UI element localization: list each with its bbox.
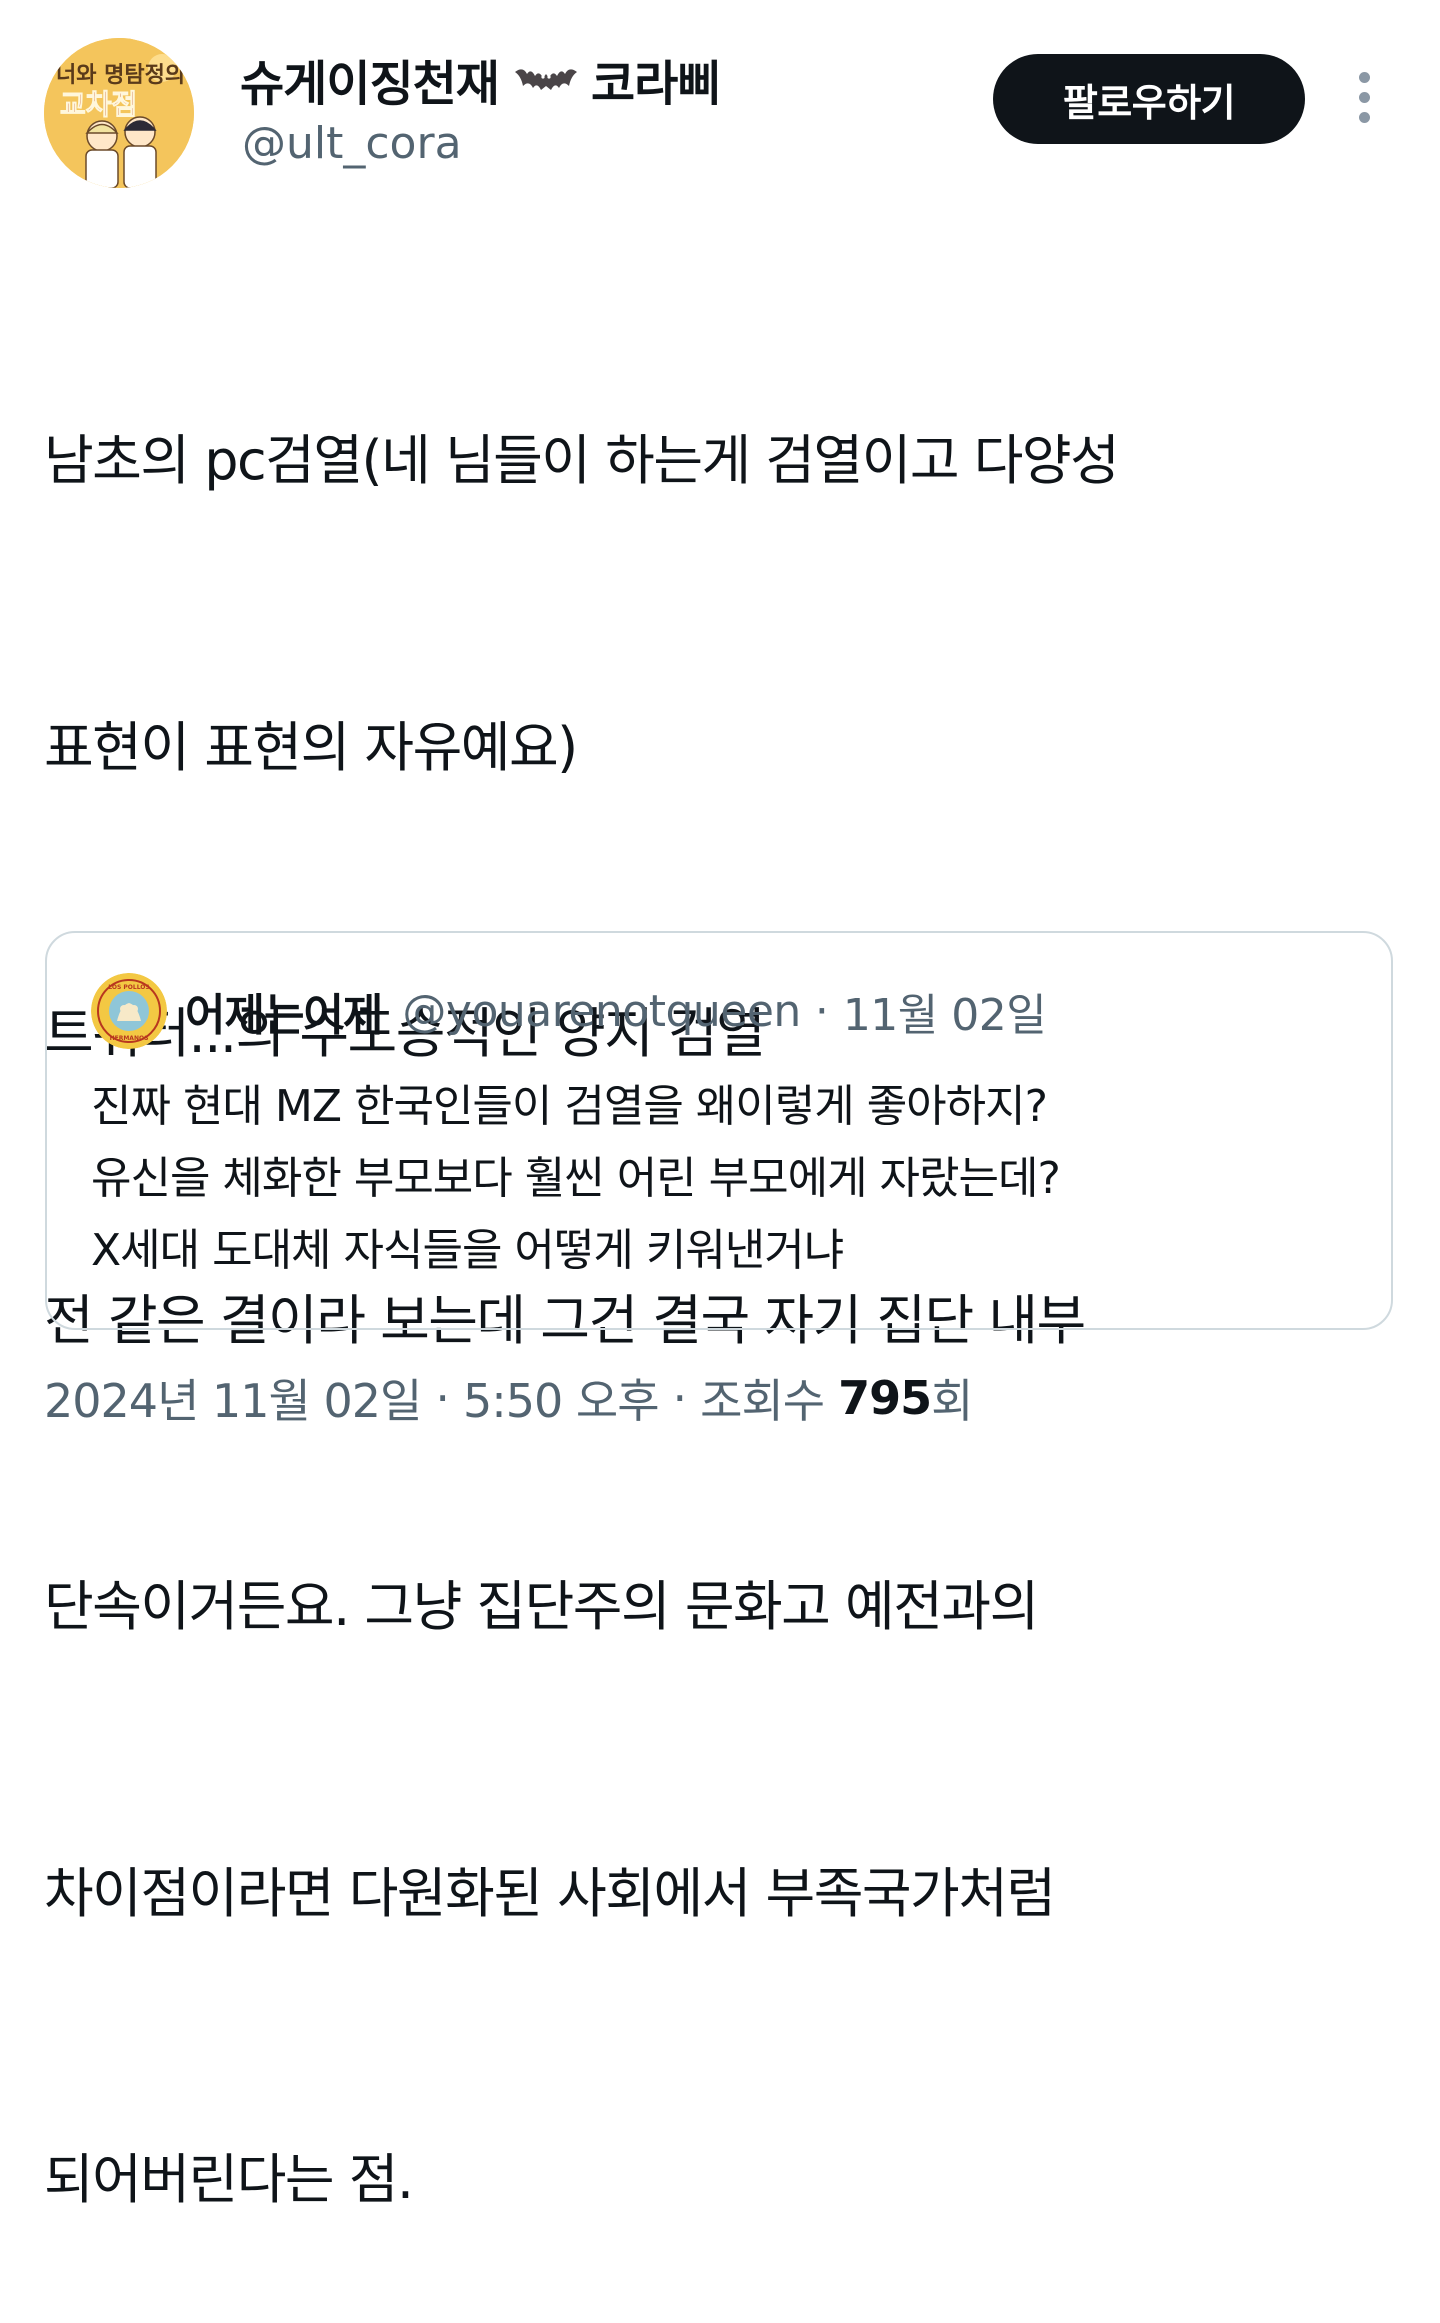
views-suffix: 회 — [931, 1374, 973, 1428]
tweet-date[interactable]: 2024년 11월 02일 — [44, 1365, 422, 1431]
author-display-name[interactable]: 슈게이징천재 코라삐 — [240, 44, 721, 114]
tweet-line: 되어버린다는 점. — [44, 2148, 414, 2211]
avatar-title-text: 너와 명탐정의 — [56, 63, 185, 88]
quote-line: 진짜 현대 MZ 한국인들이 검열을 왜이렇게 좋아하지? — [91, 1081, 1048, 1132]
meta-separator: · — [435, 1371, 450, 1425]
svg-text:교차점: 교차점 — [60, 88, 137, 121]
avatar-bottom-text: HERMANOS — [110, 1035, 149, 1042]
avatar-top-text: LOS POLLOS — [108, 984, 149, 991]
more-vertical-icon[interactable] — [1346, 68, 1386, 128]
author-name-part1: 슈게이징천재 — [240, 56, 500, 112]
bat-icon — [513, 62, 579, 96]
tweet-line: 단속이거든요. 그냥 집단주의 문화고 예전과의 — [44, 1575, 1039, 1638]
tweet-line: 표현이 표현의 자유예요) — [44, 715, 578, 779]
quote-author-avatar[interactable]: LOS POLLOS HERMANOS — [91, 973, 167, 1049]
tweet-line: 남초의 pc검열(네 님들이 하는게 검열이고 다양성 — [44, 429, 1120, 492]
author-handle[interactable]: @ult_cora — [242, 118, 462, 169]
quote-separator: · — [814, 985, 829, 1037]
tweet-line: 차이점이라면 다원화된 사회에서 부족국가처럼 — [44, 1861, 1056, 1925]
author-name-part2: 코라삐 — [590, 56, 721, 112]
quote-header: 어제는어제 @youarenotqueen · 11월 02일 — [185, 979, 1047, 1043]
tweet-meta: 2024년 11월 02일 · 5:50 오후 · 조회수 795 회 — [44, 1358, 973, 1438]
views-label: 조회수 — [700, 1374, 825, 1428]
meta-separator: · — [672, 1371, 688, 1425]
quote-date[interactable]: 11월 02일 — [843, 979, 1047, 1043]
tweet-time[interactable]: 5:50 오후 — [463, 1365, 660, 1431]
follow-button[interactable]: 팔로우하기 — [993, 54, 1305, 144]
avatar-comic-cover-icon: 너와 명탐정의 교차점 — [44, 38, 194, 188]
views-count: 795 — [838, 1371, 932, 1425]
quote-line: X세대 도대체 자식들을 어떻게 키워낸거냐 — [91, 1225, 844, 1276]
quote-text: 진짜 현대 MZ 한국인들이 검열을 왜이렇게 좋아하지? 유신을 체화한 부모… — [91, 1071, 1371, 1287]
quoted-tweet-card[interactable]: LOS POLLOS HERMANOS 어제는어제 @youarenotquee… — [45, 931, 1393, 1330]
quote-author-name[interactable]: 어제는어제 — [185, 979, 383, 1043]
author-avatar[interactable]: 너와 명탐정의 교차점 — [44, 38, 194, 188]
avatar-los-pollos-hermanos-icon: LOS POLLOS HERMANOS — [91, 973, 167, 1049]
quote-line: 유신을 체화한 부모보다 훨씬 어린 부모에게 자랐는데? — [91, 1153, 1061, 1204]
quote-author-handle[interactable]: @youarenotqueen — [402, 986, 801, 1037]
